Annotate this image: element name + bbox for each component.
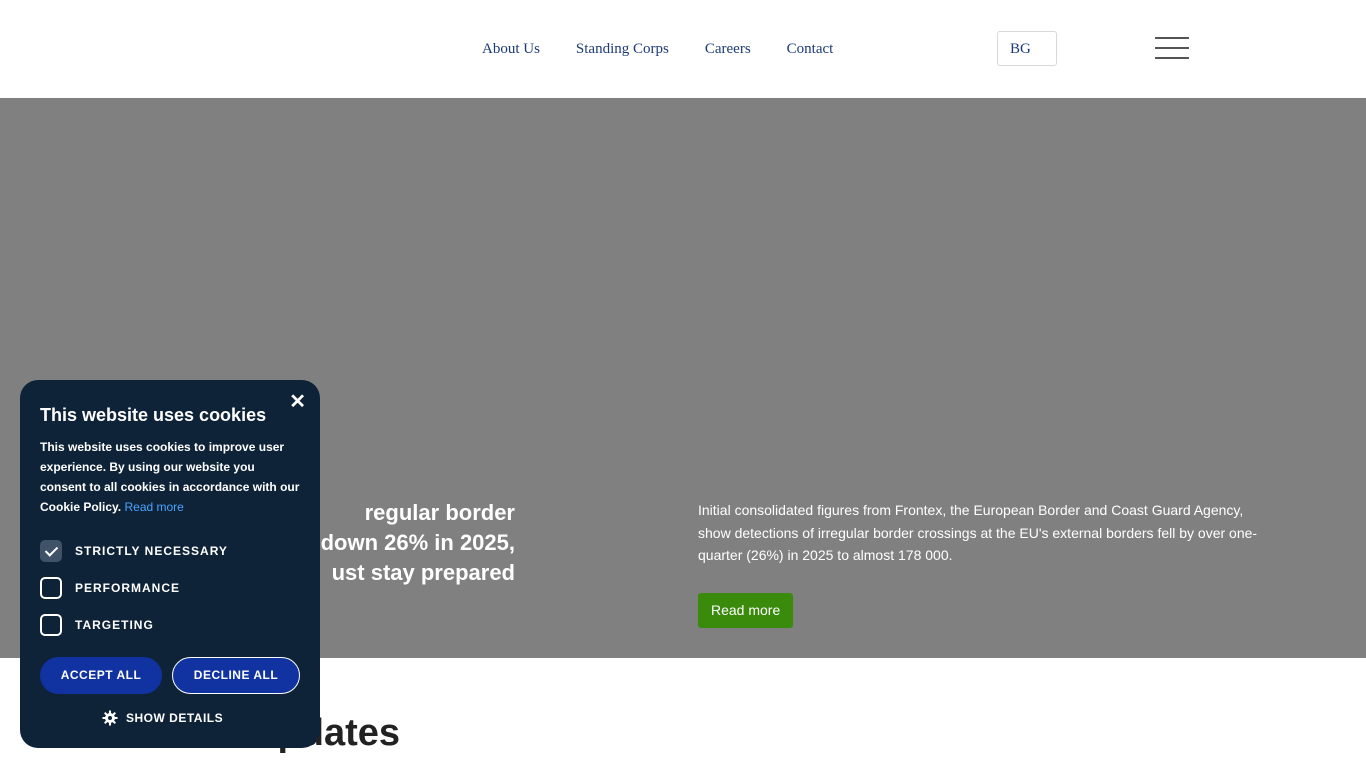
option-label: TARGETING — [75, 618, 154, 632]
read-more-button[interactable]: Read more — [698, 593, 794, 628]
cookie-title: This website uses cookies — [40, 405, 267, 425]
option-strictly-necessary[interactable]: STRICTLY NECESSARY — [40, 539, 228, 563]
cookie-policy-link[interactable]: Read more — [124, 500, 183, 514]
close-icon[interactable]: ✕ — [289, 392, 306, 412]
nav-careers[interactable]: Careers — [705, 38, 751, 60]
checkbox-strictly-necessary[interactable] — [40, 540, 62, 562]
checkbox-performance[interactable] — [40, 577, 62, 599]
cookie-description: This website uses cookies to improve use… — [40, 437, 302, 517]
main-nav: About Us Standing Corps Careers Contact — [482, 38, 833, 60]
checkbox-targeting[interactable] — [40, 614, 62, 636]
nav-contact[interactable]: Contact — [787, 38, 834, 60]
show-details-button[interactable]: SHOW DETAILS — [102, 710, 223, 726]
option-label: PERFORMANCE — [75, 581, 181, 595]
menu-icon[interactable] — [1155, 37, 1189, 59]
nav-about-us[interactable]: About Us — [482, 38, 540, 60]
hero-summary: Initial consolidated figures from Fronte… — [698, 502, 1258, 563]
decline-all-button[interactable]: DECLINE ALL — [172, 657, 300, 694]
option-label: STRICTLY NECESSARY — [75, 544, 228, 558]
option-performance[interactable]: PERFORMANCE — [40, 576, 180, 600]
language-selector[interactable]: BG — [997, 31, 1057, 66]
accept-all-button[interactable]: ACCEPT ALL — [40, 657, 162, 694]
show-details-label: SHOW DETAILS — [126, 711, 224, 725]
nav-standing-corps[interactable]: Standing Corps — [576, 38, 669, 60]
cookie-consent-panel: ✕ This website uses cookies This website… — [20, 380, 320, 748]
option-targeting[interactable]: TARGETING — [40, 613, 154, 637]
gear-icon — [102, 710, 118, 726]
site-header: About Us Standing Corps Careers Contact … — [0, 0, 1366, 98]
